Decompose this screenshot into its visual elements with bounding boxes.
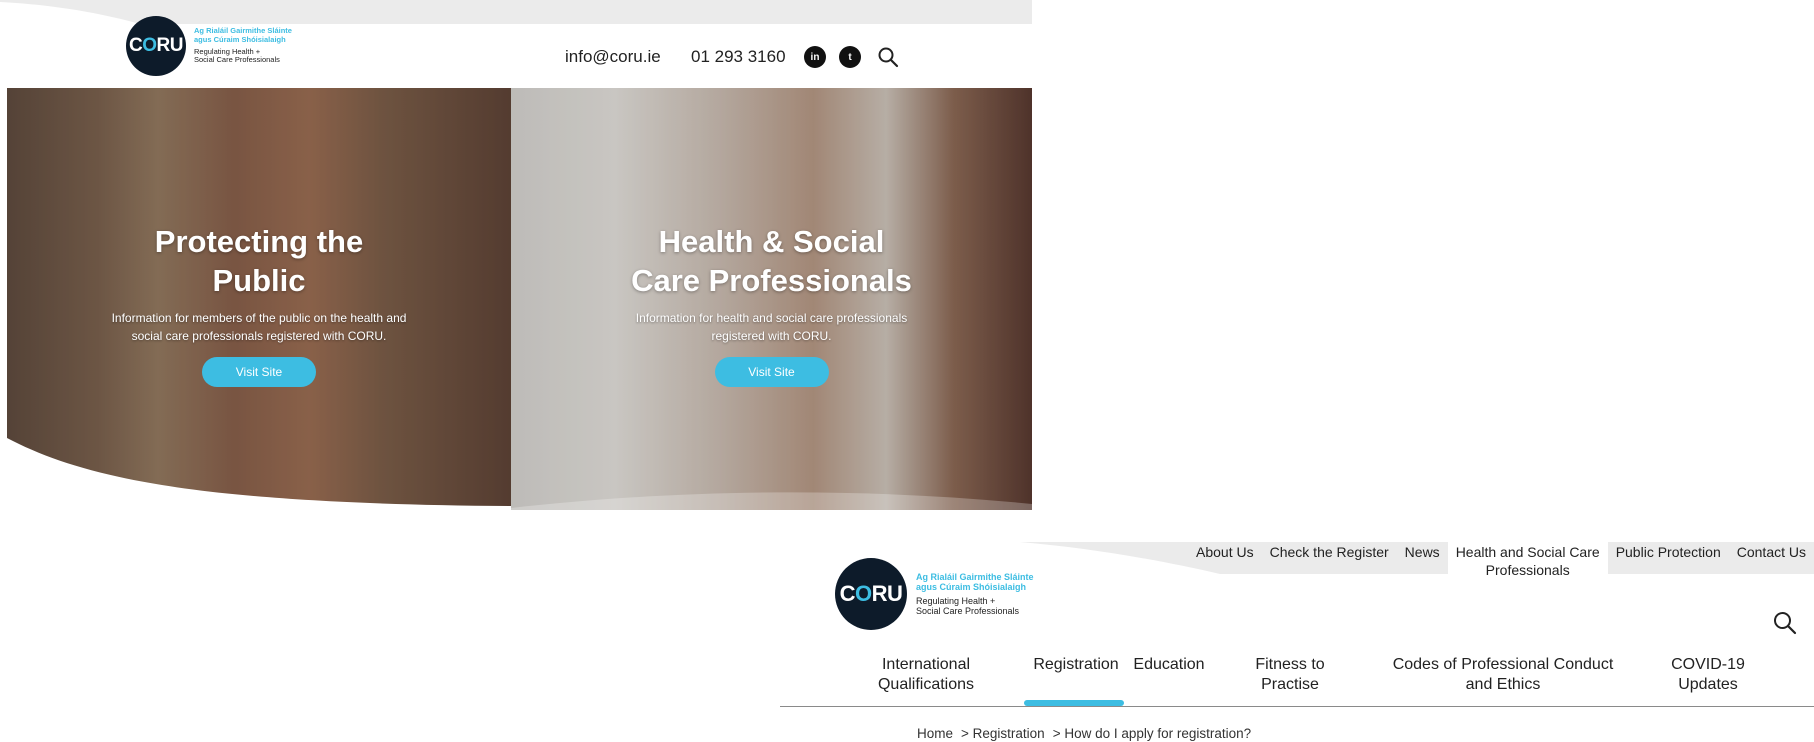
logo-english-line-2: Social Care Professionals: [916, 605, 1020, 616]
visit-site-professionals-button[interactable]: Visit Site: [714, 356, 829, 387]
search-icon[interactable]: [1772, 610, 1798, 636]
logo-letter-c: C: [129, 35, 143, 56]
hero-bottom-wave-right: [511, 492, 1032, 510]
logo-irish-line-2: agus Cúraim Shóisialaigh: [194, 34, 286, 44]
top-nav-check-the-register[interactable]: Check the Register: [1262, 540, 1397, 574]
logo-english-line-1: Regulating Health +: [916, 595, 996, 606]
visit-site-public-button[interactable]: Visit Site: [202, 356, 316, 387]
hero-public-panel: Protecting the Public Information for me…: [7, 88, 511, 510]
top-nav-about-us[interactable]: About Us: [1188, 540, 1262, 574]
main-navigation: International Qualifications Registratio…: [780, 655, 1814, 707]
breadcrumb-current-page: > How do I apply for registration?: [1052, 726, 1252, 741]
nav-divider: [780, 706, 1814, 707]
logo-letter-o: O: [142, 35, 157, 56]
breadcrumb-home[interactable]: Home: [917, 726, 953, 741]
hero-public-description: Information for members of the public on…: [111, 310, 407, 343]
main-nav-fitness-to-practise[interactable]: Fitness to Practise: [1240, 655, 1340, 695]
top-nav-public-protection[interactable]: Public Protection: [1608, 540, 1729, 574]
logo-irish-line-1: Ag Rialáil Gairmithe Sláinte: [916, 571, 1034, 582]
logo-irish-line-2: agus Cúraim Shóisialaigh: [916, 582, 1027, 593]
main-nav-covid-19-updates[interactable]: COVID-19 Updates: [1660, 655, 1756, 695]
hero-professionals-title: Health & Social Care Professionals: [631, 224, 912, 298]
logo-english-line-2: Social Care Professionals: [194, 55, 280, 65]
utility-navigation: About Us Check the Register News Health …: [1188, 540, 1814, 578]
logo-letters-ru: RU: [156, 35, 184, 56]
registration-page-screenshot: About Us Check the Register News Health …: [780, 540, 1814, 742]
coru-logo-mark: C O RU: [835, 558, 907, 630]
hero-professionals-panel: Health & Social Care Professionals Infor…: [511, 88, 1032, 510]
logo-letter-o: O: [854, 581, 872, 606]
hero-public-title: Protecting the Public: [154, 224, 364, 298]
logo-letters-ru: RU: [871, 581, 903, 606]
main-nav-education[interactable]: Education: [1129, 655, 1209, 675]
logo-letter-c: C: [839, 581, 856, 606]
homepage-screenshot: C O RU Ag Rialáil Gairmithe Sláinte agus C…: [0, 0, 1032, 510]
breadcrumb: Home > Registration > How do I apply for…: [917, 726, 1251, 741]
main-nav-registration[interactable]: Registration: [1031, 655, 1121, 675]
breadcrumb-registration[interactable]: > Registration: [961, 726, 1045, 741]
coru-logo[interactable]: C O RU Ag Rialáil Gairmithe Sláinte agus C…: [835, 558, 1034, 630]
coru-logo-mark: C O RU: [126, 16, 186, 76]
hero-bottom-wave: [7, 438, 511, 510]
hero-professionals-content: Health & Social Care Professionals Infor…: [511, 223, 1032, 387]
main-nav-international-qualifications[interactable]: International Qualifications: [876, 655, 976, 695]
logo-tagline: Ag Rialáil Gairmithe Sláinte agus Cúraim…: [916, 572, 1034, 616]
logo-tagline: Ag Rialáil Gairmithe Sláinte agus Cúraim…: [194, 27, 292, 65]
top-nav-contact-us[interactable]: Contact Us: [1729, 540, 1814, 574]
top-nav-news[interactable]: News: [1397, 540, 1448, 574]
main-nav-codes-of-professional-conduct[interactable]: Codes of Professional Conduct and Ethics: [1378, 655, 1628, 695]
search-icon[interactable]: [876, 45, 900, 69]
linkedin-icon[interactable]: in: [804, 46, 826, 68]
coru-logo[interactable]: C O RU Ag Rialáil Gairmithe Sláinte agus C…: [126, 16, 292, 76]
contact-email-link[interactable]: info@coru.ie: [565, 47, 661, 67]
hero-professionals-description: Information for health and social care p…: [635, 310, 908, 343]
hero-public-content: Protecting the Public Information for me…: [7, 223, 511, 387]
contact-phone-link[interactable]: 01 293 3160: [691, 47, 786, 67]
root: C O RU Ag Rialáil Gairmithe Sláinte agus C…: [0, 0, 1814, 742]
top-nav-health-and-social-care-professionals[interactable]: Health and Social Care Professionals: [1447, 540, 1608, 578]
twitter-icon[interactable]: t: [839, 46, 861, 68]
